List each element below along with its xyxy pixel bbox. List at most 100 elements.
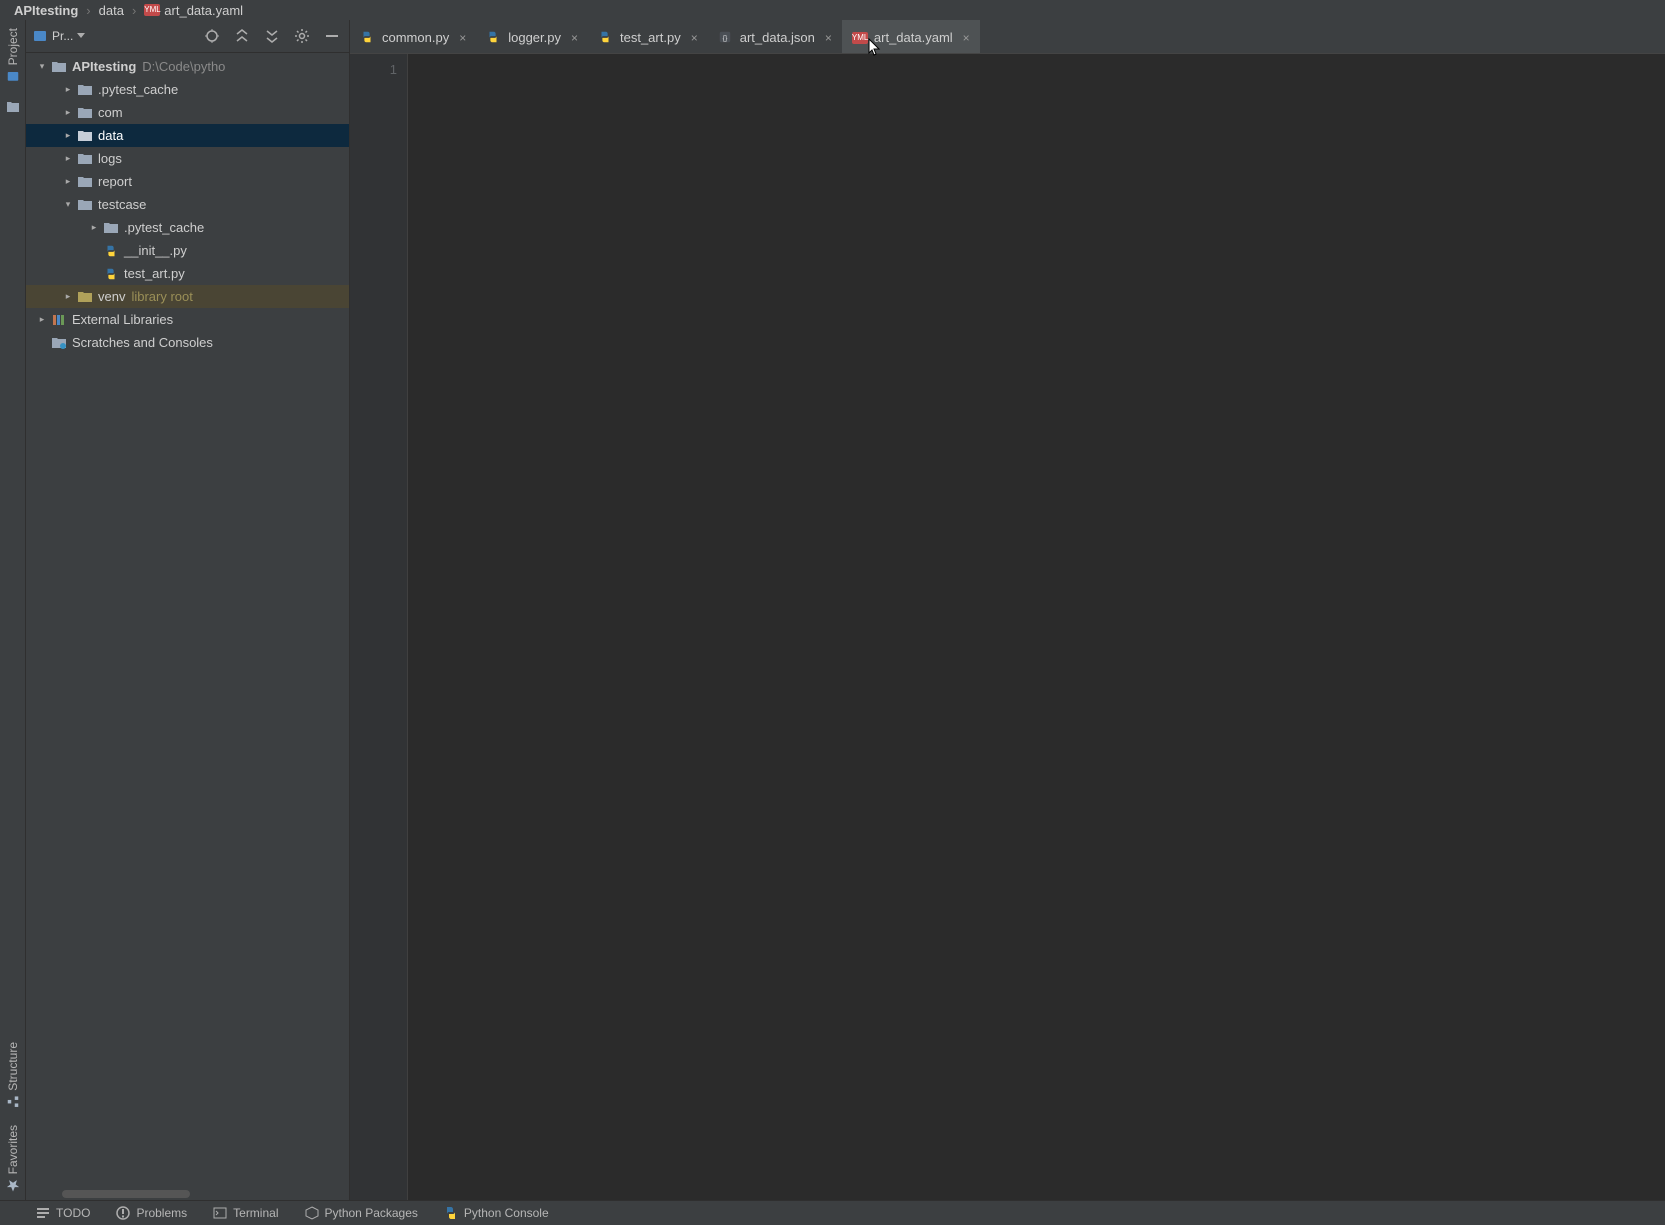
close-tab-icon[interactable]: × bbox=[963, 31, 970, 45]
chevron-right-icon[interactable]: ▸ bbox=[34, 314, 50, 325]
editor-area: common.py × logger.py × test_art.py × {}… bbox=[350, 20, 1665, 1200]
tree-node-folder[interactable]: ▸ com bbox=[26, 101, 349, 124]
breadcrumb-root[interactable]: APItesting bbox=[14, 3, 78, 18]
tree-node-folder[interactable]: ▾ testcase bbox=[26, 193, 349, 216]
folder-icon bbox=[76, 152, 94, 166]
editor-gutter: 1 bbox=[350, 54, 408, 1200]
horizontal-scrollbar[interactable] bbox=[62, 1190, 190, 1198]
python-file-icon bbox=[102, 267, 120, 281]
folder-icon bbox=[50, 60, 68, 74]
close-tab-icon[interactable]: × bbox=[825, 31, 832, 45]
folder-icon bbox=[76, 83, 94, 97]
gear-icon bbox=[294, 28, 310, 44]
chevron-down-icon[interactable]: ▾ bbox=[60, 199, 76, 210]
tree-node-root[interactable]: ▾ APItesting D:\Code\pytho bbox=[26, 55, 349, 78]
tree-node-folder[interactable]: ▸ .pytest_cache bbox=[26, 216, 349, 239]
python-console-icon bbox=[444, 1206, 458, 1220]
chevron-right-icon[interactable]: ▸ bbox=[60, 84, 76, 95]
chevron-right-icon[interactable]: ▸ bbox=[86, 222, 102, 233]
project-toolbar: Pr... bbox=[26, 20, 349, 53]
editor-tab[interactable]: logger.py × bbox=[476, 20, 588, 53]
python-file-icon bbox=[598, 30, 614, 46]
tab-label: logger.py bbox=[508, 30, 561, 45]
tree-node-extra: library root bbox=[131, 289, 192, 304]
tab-label: art_data.json bbox=[740, 30, 815, 45]
structure-icon bbox=[6, 1095, 20, 1109]
tree-node-venv[interactable]: ▸ venv library root bbox=[26, 285, 349, 308]
expand-all-button[interactable] bbox=[231, 25, 253, 47]
tree-node-folder[interactable]: ▸ .pytest_cache bbox=[26, 78, 349, 101]
locate-file-button[interactable] bbox=[201, 25, 223, 47]
left-tool-strip: Project Structure Favorites bbox=[0, 20, 26, 1200]
project-scope-icon bbox=[32, 28, 48, 44]
python-packages-tool-button[interactable]: Python Packages bbox=[305, 1206, 418, 1220]
editor-tab-active[interactable]: YML art_data.yaml × bbox=[842, 20, 980, 53]
project-tree[interactable]: ▾ APItesting D:\Code\pytho ▸ .pytest_cac… bbox=[26, 53, 349, 1200]
close-tab-icon[interactable]: × bbox=[571, 31, 578, 45]
editor-body[interactable]: 1 bbox=[350, 53, 1665, 1200]
terminal-tool-button[interactable]: Terminal bbox=[213, 1206, 278, 1220]
tree-node-folder[interactable]: ▸ logs bbox=[26, 147, 349, 170]
libraries-icon bbox=[50, 313, 68, 327]
tree-node-label: APItesting bbox=[72, 59, 136, 74]
close-tab-icon[interactable]: × bbox=[691, 31, 698, 45]
breadcrumb-file[interactable]: art_data.yaml bbox=[164, 3, 243, 18]
folder-icon bbox=[76, 106, 94, 120]
close-tab-icon[interactable]: × bbox=[459, 31, 466, 45]
tree-node-folder[interactable]: ▸ report bbox=[26, 170, 349, 193]
problems-icon bbox=[116, 1206, 130, 1220]
chevron-right-icon[interactable]: ▸ bbox=[60, 107, 76, 118]
collapse-all-button[interactable] bbox=[261, 25, 283, 47]
tab-label: common.py bbox=[382, 30, 449, 45]
project-view-selector[interactable]: Pr... bbox=[32, 28, 85, 44]
breadcrumb-folder[interactable]: data bbox=[99, 3, 124, 18]
folder-icon bbox=[76, 198, 94, 212]
yaml-file-icon: YML bbox=[144, 4, 160, 16]
folder-icon bbox=[76, 129, 94, 143]
chevron-right-icon[interactable]: ▸ bbox=[60, 130, 76, 141]
tree-node-label: External Libraries bbox=[72, 312, 173, 327]
editor-tab[interactable]: common.py × bbox=[350, 20, 476, 53]
code-area[interactable] bbox=[408, 54, 1665, 1200]
todo-tool-button[interactable]: TODO bbox=[36, 1206, 90, 1220]
tab-label: test_art.py bbox=[620, 30, 681, 45]
structure-tool-tab[interactable]: Structure bbox=[6, 1034, 20, 1117]
breadcrumb: APItesting › data › YML art_data.yaml bbox=[0, 0, 1665, 20]
folder-icon bbox=[76, 290, 94, 304]
tree-node-label: .pytest_cache bbox=[124, 220, 204, 235]
yaml-file-icon: YML bbox=[852, 32, 868, 44]
editor-tab[interactable]: test_art.py × bbox=[588, 20, 708, 53]
tree-node-file[interactable]: __init__.py bbox=[26, 239, 349, 262]
project-tool-tab[interactable]: Project bbox=[6, 20, 20, 91]
tree-node-label: logs bbox=[98, 151, 122, 166]
folder-icon bbox=[102, 221, 120, 235]
editor-tab[interactable]: {} art_data.json × bbox=[708, 20, 842, 53]
tree-node-path: D:\Code\pytho bbox=[142, 59, 225, 74]
problems-tool-button[interactable]: Problems bbox=[116, 1206, 187, 1220]
favorites-tool-tab[interactable]: Favorites bbox=[6, 1117, 20, 1200]
tree-node-label: .pytest_cache bbox=[98, 82, 178, 97]
chevron-right-icon[interactable]: ▸ bbox=[60, 291, 76, 302]
json-file-icon: {} bbox=[718, 30, 734, 46]
tree-node-label: com bbox=[98, 105, 123, 120]
tree-node-file[interactable]: test_art.py bbox=[26, 262, 349, 285]
scratches-icon bbox=[50, 336, 68, 350]
tree-node-label: Scratches and Consoles bbox=[72, 335, 213, 350]
tree-node-external-libs[interactable]: ▸ External Libraries bbox=[26, 308, 349, 331]
tree-node-folder-selected[interactable]: ▸ data bbox=[26, 124, 349, 147]
line-number: 1 bbox=[350, 62, 397, 77]
package-icon bbox=[305, 1206, 319, 1220]
folder-icon bbox=[76, 175, 94, 189]
bottom-tool-bar: TODO Problems Terminal Python Packages P… bbox=[0, 1200, 1665, 1225]
chevron-right-icon[interactable]: ▸ bbox=[60, 176, 76, 187]
tree-node-label: data bbox=[98, 128, 123, 143]
chevron-right-icon[interactable]: ▸ bbox=[60, 153, 76, 164]
hide-panel-button[interactable] bbox=[321, 25, 343, 47]
chevron-down-icon bbox=[77, 33, 85, 39]
folder-icon[interactable] bbox=[5, 99, 21, 115]
breadcrumb-sep: › bbox=[132, 3, 136, 18]
python-console-tool-button[interactable]: Python Console bbox=[444, 1206, 549, 1220]
settings-button[interactable] bbox=[291, 25, 313, 47]
tree-node-scratches[interactable]: Scratches and Consoles bbox=[26, 331, 349, 354]
chevron-down-icon[interactable]: ▾ bbox=[34, 61, 50, 72]
